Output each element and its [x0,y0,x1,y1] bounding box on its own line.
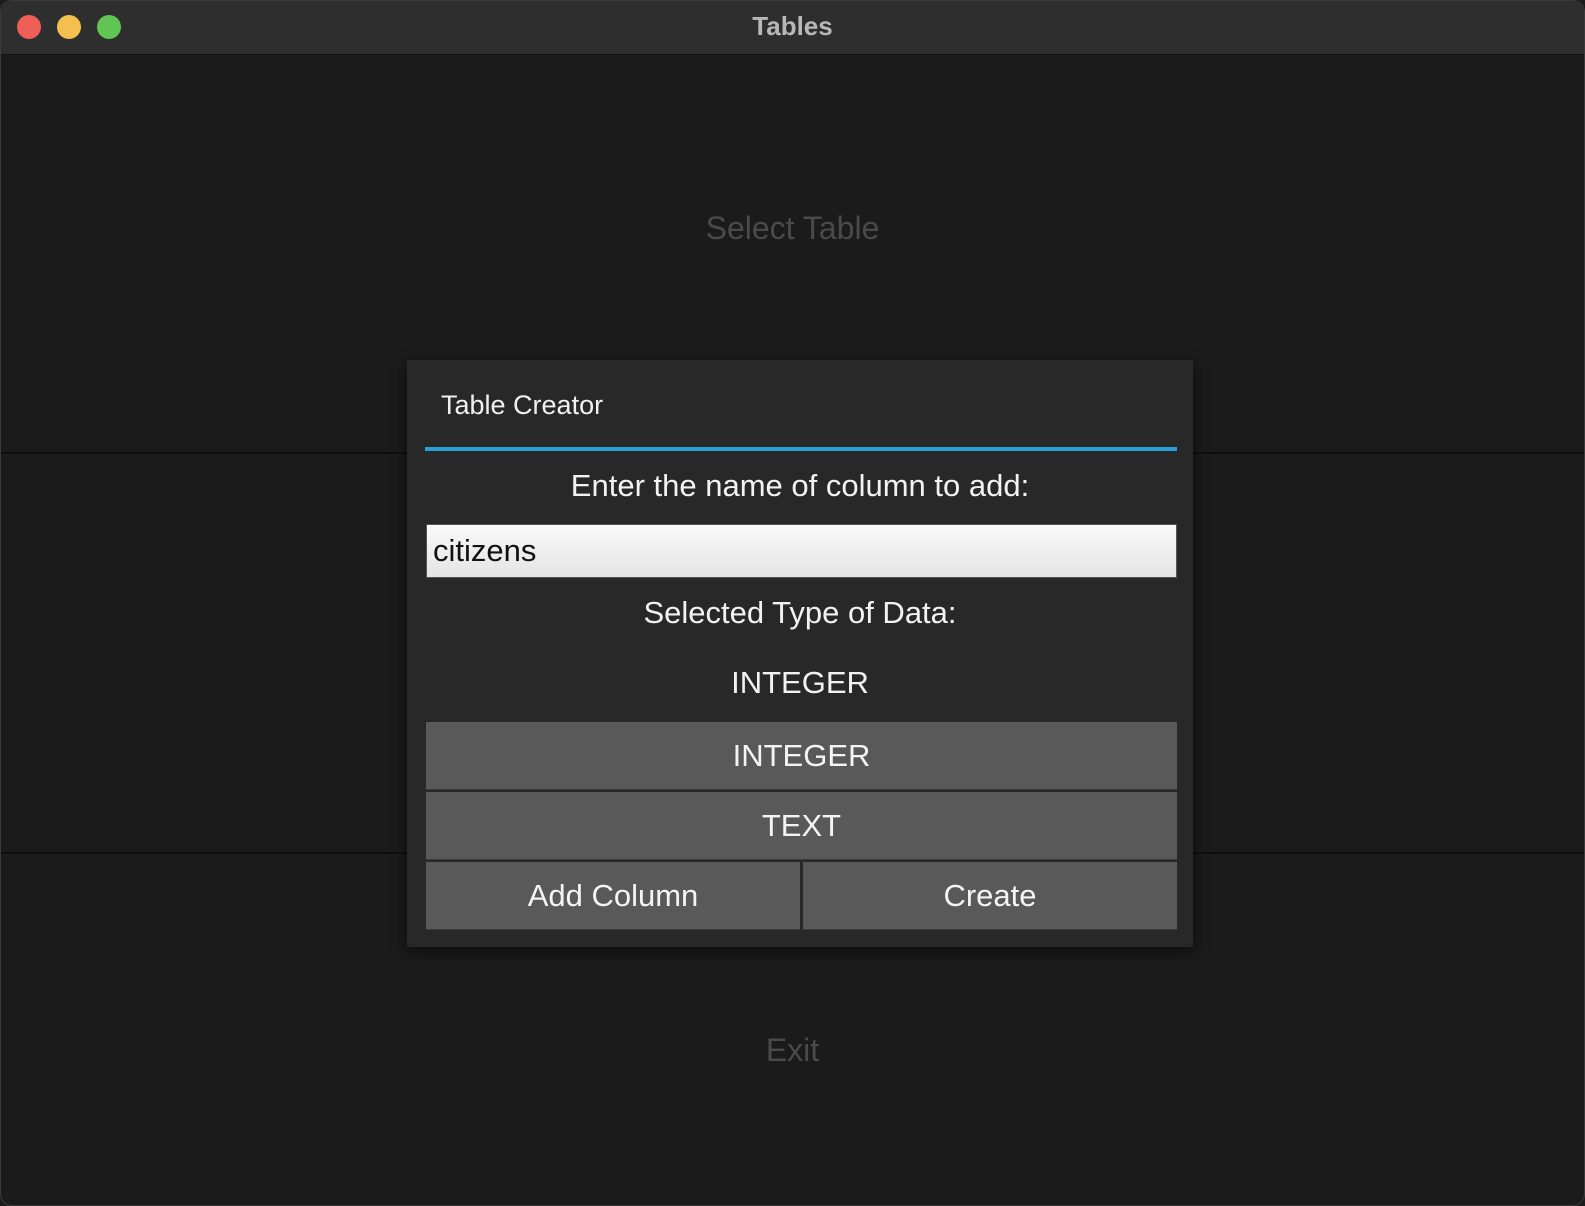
dialog-title: Table Creator [441,390,604,420]
app-window: Tables Select Table Exit Table Creator E… [0,0,1585,1206]
selected-type-value: INTEGER [731,665,869,700]
create-button[interactable]: Create [803,862,1177,930]
title-divider [425,447,1177,451]
add-column-button[interactable]: Add Column [426,862,800,930]
selected-type-label: Selected Type of Data: [643,595,957,630]
column-name-input[interactable] [426,524,1177,578]
integer-type-button[interactable]: INTEGER [426,722,1177,790]
text-type-button[interactable]: TEXT [426,792,1177,860]
column-name-prompt: Enter the name of column to add: [570,468,1030,503]
table-creator-dialog: Table Creator Enter the name of column t… [407,360,1193,947]
select-table-label: Select Table [705,210,880,246]
title-bar: Tables [1,1,1584,55]
window-title: Tables [752,11,833,41]
exit-label: Exit [765,1032,820,1068]
